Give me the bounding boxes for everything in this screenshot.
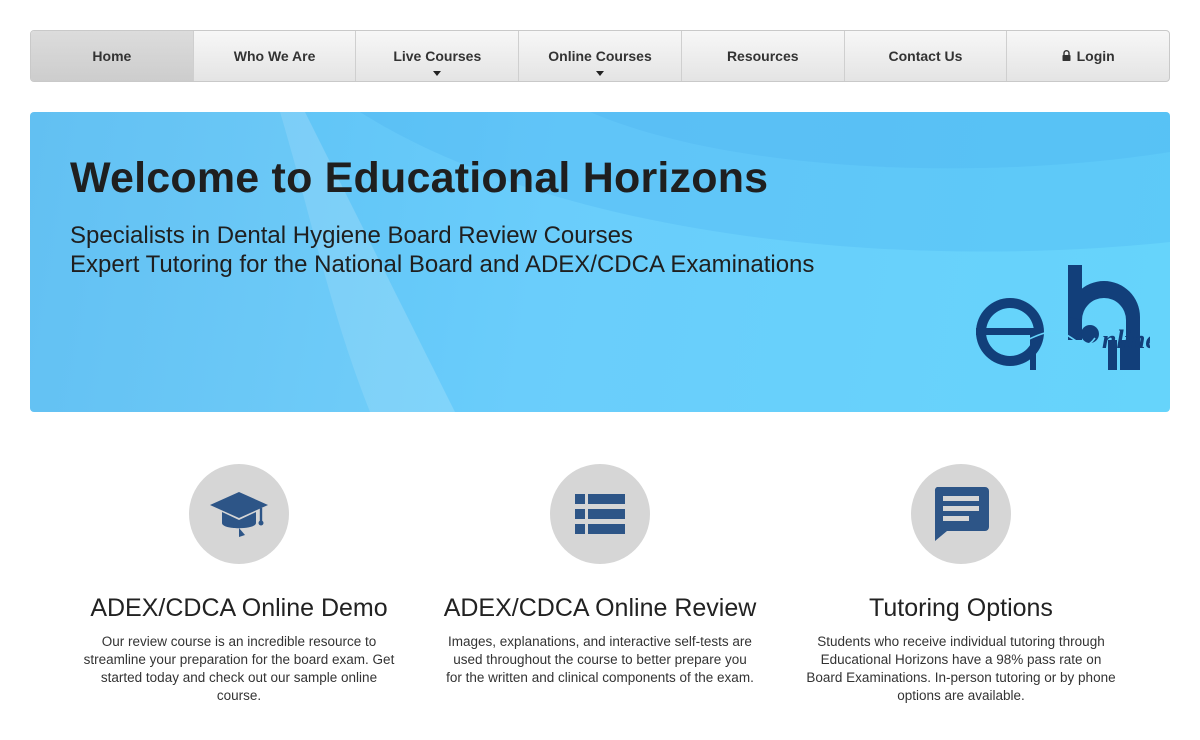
nav-who-we-are-label: Who We Are xyxy=(233,48,316,64)
graduation-cap-icon xyxy=(210,492,268,537)
feature-title[interactable]: ADEX/CDCA Online Demo xyxy=(69,594,409,623)
eh-online-logo: nline xyxy=(976,265,1150,370)
feature-description: Students who receive individual tutoring… xyxy=(806,634,1116,703)
hero-subtitle-1: Specialists in Dental Hygiene Board Revi… xyxy=(70,222,633,249)
nav-login-label: Login xyxy=(1076,48,1115,64)
lock-icon xyxy=(1062,49,1071,61)
feature-tutoring[interactable]: Tutoring Options Students who receive in… xyxy=(791,464,1131,705)
nav-home-label: Home xyxy=(92,48,132,64)
caret-down-icon xyxy=(596,71,605,76)
nav-online-courses-label: Online Courses xyxy=(548,48,652,64)
hero-subtitle-2: Expert Tutoring for the National Board a… xyxy=(70,251,815,278)
feature-icon-circle[interactable] xyxy=(189,464,289,564)
hero-title: Welcome to Educational Horizons xyxy=(70,154,769,202)
feature-icon-circle[interactable] xyxy=(911,464,1011,564)
nav-who-we-are[interactable]: Who We Are xyxy=(194,31,357,81)
nav-contact-us-label: Contact Us xyxy=(888,48,963,64)
nav-resources-label: Resources xyxy=(726,48,799,64)
feature-title[interactable]: Tutoring Options xyxy=(791,594,1131,623)
nav-live-courses[interactable]: Live Courses xyxy=(356,31,520,81)
chat-icon xyxy=(934,487,989,541)
hero-banner: Welcome to Educational Horizons Speciali… xyxy=(30,112,1170,412)
feature-online-demo[interactable]: ADEX/CDCA Online Demo Our review course … xyxy=(69,464,409,705)
nav-online-courses[interactable]: Online Courses xyxy=(519,31,682,81)
nav-live-courses-label: Live Courses xyxy=(393,48,482,64)
feature-title[interactable]: ADEX/CDCA Online Review xyxy=(430,594,770,623)
nav-resources[interactable]: Resources xyxy=(682,31,845,81)
main-nav: Home Who We Are Live Courses Online Cour… xyxy=(30,30,1170,82)
nav-contact-us[interactable]: Contact Us xyxy=(845,31,1008,81)
feature-description: Images, explanations, and interactive se… xyxy=(446,634,754,685)
feature-icon-circle[interactable] xyxy=(550,464,650,564)
feature-description: Our review course is an incredible resou… xyxy=(83,634,395,703)
list-icon xyxy=(575,494,625,534)
caret-down-icon xyxy=(433,71,442,76)
nav-login[interactable]: Login xyxy=(1007,31,1169,81)
nav-home[interactable]: Home xyxy=(31,31,194,81)
logo-text: nline xyxy=(1102,325,1150,354)
feature-online-review[interactable]: ADEX/CDCA Online Review Images, explanat… xyxy=(430,464,770,687)
